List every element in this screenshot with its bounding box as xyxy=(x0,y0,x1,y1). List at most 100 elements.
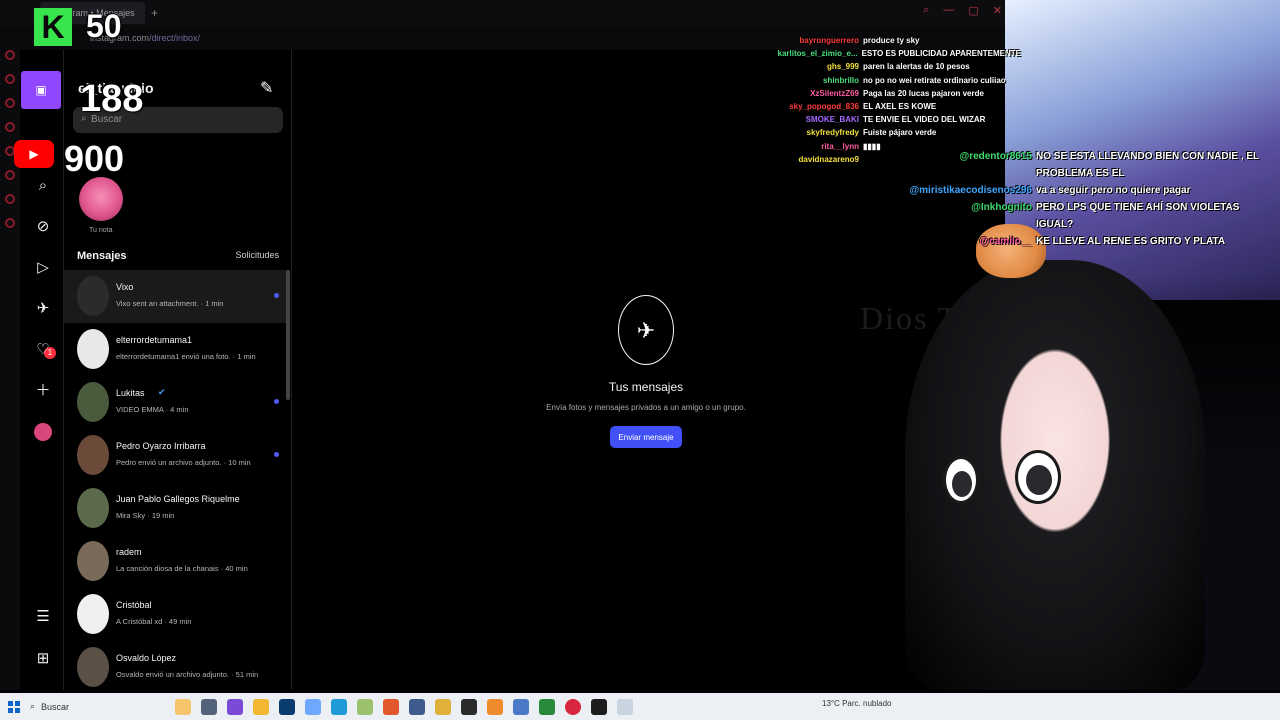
empty-subtitle: Envía fotos y mensajes privados a un ami… xyxy=(546,403,746,412)
avatar xyxy=(77,382,109,422)
conversation-row[interactable]: Cristóbal A Cristóbal xd · 49 min xyxy=(64,588,286,641)
app-icon[interactable] xyxy=(487,698,503,715)
edge-icon[interactable] xyxy=(331,698,347,715)
sidebar-dot-icon[interactable] xyxy=(5,194,15,204)
conversation-row[interactable]: Lukitas VIDEO EMMA · 4 min ✔ xyxy=(64,376,286,429)
app-icon[interactable] xyxy=(539,698,555,715)
opera-icon[interactable] xyxy=(565,698,581,715)
chat-text: NO SE ESTA LLEVANDO BIEN CON NADIE , EL … xyxy=(1036,151,1259,179)
kick-logo-icon: K xyxy=(34,8,72,46)
minimize-icon[interactable]: — xyxy=(943,4,954,17)
new-tab-icon[interactable]: + xyxy=(151,6,158,20)
conversation-name: Pedro Oyarzo Irribarra xyxy=(116,441,206,451)
app-icon[interactable] xyxy=(591,698,607,715)
conversation-row[interactable]: elterrordetumama1 elterrordetumama1 envió… xyxy=(64,323,286,376)
close-window-icon[interactable]: ✕ xyxy=(993,4,1002,17)
chat-message: @miristikaecodisenos296 va a seguir pero … xyxy=(866,182,1266,199)
chat-username: bayronguerrero xyxy=(799,36,859,45)
avatar-eye-right xyxy=(943,456,979,504)
app-icon[interactable] xyxy=(461,698,477,715)
conversation-row[interactable]: Pedro Oyarzo Irribarra Pedro envió un arc… xyxy=(64,429,286,482)
file-explorer-icon[interactable] xyxy=(253,698,269,715)
chat-username: rita__lynn xyxy=(821,141,859,151)
chat-message: ghs_999 paren la alertas de 10 pesos xyxy=(601,60,1021,73)
sidebar-dot-icon[interactable] xyxy=(5,74,15,84)
window-controls: ⌕ — ▢ ✕ xyxy=(923,4,1002,17)
search-tabs-icon[interactable]: ⌕ xyxy=(923,4,929,17)
vtuber-avatar xyxy=(905,260,1205,690)
compose-icon[interactable]: ✎ xyxy=(260,78,273,98)
conversation-row[interactable]: Osvaldo López Osvaldo envió un archivo ad… xyxy=(64,641,286,694)
stream-chat-small: bayronguerrero produce ty sky karlitos_el_… xyxy=(601,34,1021,166)
conversation-preview: A Cristóbal xd · 49 min xyxy=(116,617,192,626)
sidebar-dot-icon[interactable] xyxy=(5,218,15,228)
note-label: Tu nota xyxy=(89,227,113,234)
sidebar-dot-icon[interactable] xyxy=(5,122,15,132)
maximize-icon[interactable]: ▢ xyxy=(968,4,978,17)
note-avatar[interactable] xyxy=(79,177,123,221)
opera-sidebar xyxy=(0,0,20,690)
chat-text: KE LLEVE AL RENE ES GRITO Y PLATA xyxy=(1036,236,1226,247)
chat-text: TE ENVIE EL VIDEO DEL WIZAR xyxy=(863,115,986,125)
sidebar-dot-icon[interactable] xyxy=(5,98,15,108)
conversation-name: Cristóbal xyxy=(116,600,152,610)
conversation-row[interactable]: radem La canción diosa de la chanais · 40… xyxy=(64,535,286,588)
conversation-row[interactable]: Juan Pablo Gallegos Riquelme Mira Sky · 1… xyxy=(64,482,286,535)
firefox-icon[interactable] xyxy=(383,698,399,715)
conversation-name: Osvaldo López xyxy=(116,653,177,663)
reels-icon[interactable]: ▷ xyxy=(34,259,52,277)
browser-tabbar: Instagram • Mensajes + ⌕ — ▢ ✕ xyxy=(0,0,1010,26)
chat-message: bayronguerrero produce ty sky xyxy=(601,34,1021,47)
avatar xyxy=(77,594,109,634)
screen: Instagram • Mensajes + ⌕ — ▢ ✕ instagram… xyxy=(0,0,1280,720)
notifications-heart-icon[interactable]: ♡ xyxy=(34,341,52,359)
conversation-row[interactable]: Vixo Vixo sent an attachment. · 1 min xyxy=(64,270,286,323)
chat-username: @miristikaecodisenos296 xyxy=(909,185,1032,196)
weather-widget[interactable]: 13°C Parc. nublado xyxy=(822,699,891,708)
app-icon[interactable] xyxy=(279,698,295,715)
app-icon[interactable] xyxy=(409,698,425,715)
chat-username: karlitos_el_zimio_e... xyxy=(777,49,858,59)
taskbar-search-label: Buscar xyxy=(41,701,70,712)
url-path: /direct/inbox/ xyxy=(149,33,201,43)
avatar xyxy=(77,435,109,475)
chat-message: @camilo__ KE LLEVE AL RENE ES GRITO Y PLA… xyxy=(866,233,1266,250)
app-icon[interactable] xyxy=(357,698,373,715)
apps-grid-icon[interactable]: ⊞ xyxy=(34,650,52,668)
app-icon[interactable] xyxy=(513,698,529,715)
app-icon[interactable] xyxy=(617,698,633,715)
avatar xyxy=(77,488,109,528)
task-view-icon[interactable] xyxy=(201,698,217,715)
requests-link[interactable]: Solicitudes xyxy=(235,250,279,260)
chat-username: @redentor8615 xyxy=(959,151,1032,162)
create-plus-icon[interactable]: ＋ xyxy=(34,382,52,400)
conversation-name: elterrordetumama1 xyxy=(116,335,193,345)
app-icon[interactable] xyxy=(227,698,243,715)
taskbar-search[interactable]: ⌕ Buscar xyxy=(30,697,170,717)
widgets-icon[interactable] xyxy=(175,698,191,715)
explore-icon[interactable]: ⊘ xyxy=(34,218,52,236)
more-menu-icon[interactable]: ☰ xyxy=(34,608,52,626)
twitch-viewer-count: 188 xyxy=(80,78,144,120)
app-icon[interactable] xyxy=(305,698,321,715)
chrome-icon[interactable] xyxy=(435,698,451,715)
kick-viewer-count: 50 xyxy=(86,8,122,44)
chat-text: PERO LPS QUE TIENE AHÍ SON VIOLETAS IGUA… xyxy=(1036,202,1240,230)
avatar xyxy=(77,541,109,581)
chat-message: XzSilentzZ69 Paga las 20 lucas pajaron ve… xyxy=(601,87,1021,100)
sidebar-dot-icon[interactable] xyxy=(5,170,15,180)
chat-message: karlitos_el_zimio_e... ESTO ES PUBLICIDAD… xyxy=(601,47,1021,60)
profile-avatar[interactable] xyxy=(34,423,52,441)
chat-message: sky_popogod_836 EL AXEL ES KOWE xyxy=(601,100,1021,113)
conversation-preview: Pedro envió un archivo adjunto. · 10 min xyxy=(116,458,251,467)
conversation-name: Lukitas xyxy=(116,388,145,398)
chat-message: SMOKE_BAKI TE ENVIE EL VIDEO DEL WIZAR xyxy=(601,113,1021,126)
messages-icon[interactable]: ✈ xyxy=(34,300,52,318)
search-icon[interactable]: ⌕ xyxy=(34,177,52,195)
conversation-scrollbar[interactable] xyxy=(286,270,290,400)
chat-username: ghs_999 xyxy=(826,62,859,72)
send-message-button[interactable]: Enviar mensaje xyxy=(610,426,682,448)
sidebar-dot-icon[interactable] xyxy=(5,50,15,60)
unread-dot-icon xyxy=(274,399,279,404)
windows-start-icon[interactable] xyxy=(8,700,20,713)
